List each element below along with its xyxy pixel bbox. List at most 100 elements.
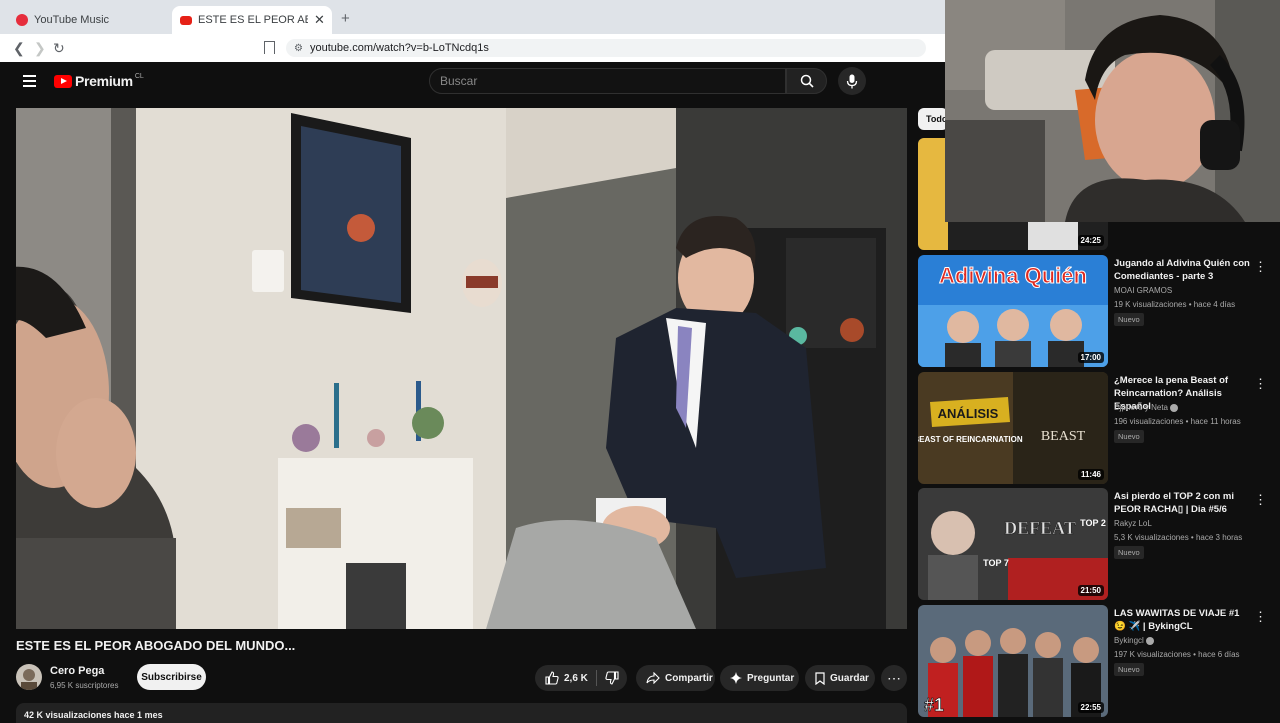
thumb-text: DEFEAT <box>1004 518 1076 538</box>
webcam-frame <box>945 0 1280 222</box>
microphone-icon <box>846 74 858 88</box>
url-text: youtube.com/watch?v=b-LoTNcdq1s <box>310 42 489 54</box>
thumb-text: ANÁLISIS <box>938 406 999 421</box>
new-badge: Nuevo <box>1114 313 1144 326</box>
thumb-logo-text: BEAST <box>1041 429 1086 444</box>
channel-name-text: Bykingcl <box>1114 636 1144 645</box>
thumb-label-top2: TOP 2 <box>1080 518 1106 528</box>
like-count[interactable]: 2,6 K <box>564 673 588 684</box>
address-bar-row: ❮ ❯ ↻ ⚙ youtube.com/watch?v=b-LoTNcdq1s <box>0 34 945 62</box>
video-meta: 197 K visualizaciones • hace 6 días <box>1114 650 1240 659</box>
video-meta: 5,3 K visualizaciones • hace 3 horas <box>1114 533 1243 542</box>
ask-button[interactable]: Preguntar <box>720 665 799 691</box>
youtube-logo-icon <box>54 74 72 88</box>
search-icon <box>800 74 814 88</box>
forward-icon[interactable]: ❯ <box>34 40 46 57</box>
channel-name[interactable]: MOAI GRAMOS <box>1114 286 1172 295</box>
new-badge: Nuevo <box>1114 663 1144 676</box>
tab-youtube-music[interactable]: YouTube Music <box>8 6 168 34</box>
video-title[interactable]: Asi pierdo el TOP 2 con mi PEOR RACHA▯ |… <box>1114 490 1252 516</box>
browser-tab-bar: YouTube Music ESTE ES EL PEOR ABOGADO DE… <box>0 0 945 34</box>
more-horizontal-icon: ⋯ <box>887 669 901 686</box>
ask-label: Preguntar <box>747 672 795 684</box>
thumb-subtext: BEAST OF REINCARNATION <box>918 435 1023 444</box>
verified-icon <box>1146 636 1155 645</box>
subscriber-count: 6,95 K suscriptores <box>50 681 119 690</box>
video-thumbnail[interactable]: ANÁLISIS BEAST OF REINCARNATION BEAST 11… <box>918 372 1108 484</box>
new-tab-button[interactable]: + <box>341 10 350 27</box>
verified-icon <box>1170 403 1179 412</box>
recommended-video[interactable]: Adivina Quién 17:00 Jugando al Adivina Q… <box>918 255 1273 367</box>
country-code: CL <box>134 73 144 80</box>
filter-chip-all[interactable]: Todo <box>918 108 948 130</box>
bookmark-icon[interactable] <box>264 41 275 54</box>
more-vertical-icon[interactable]: ⋮ <box>1254 492 1267 508</box>
menu-icon[interactable] <box>23 75 36 90</box>
more-actions-button[interactable]: ⋯ <box>881 665 907 691</box>
video-title[interactable]: LAS WAWITAS DE VIAJE #1 😉 ✈️ | BykingCL <box>1114 607 1252 633</box>
video-duration: 24:25 <box>1077 235 1104 246</box>
recommended-video[interactable]: #1 22:55 LAS WAWITAS DE VIAJE #1 😉 ✈️ | … <box>918 605 1273 717</box>
tab-title: YouTube Music <box>34 14 110 26</box>
video-title[interactable]: Jugando al Adivina Quién con Comediantes… <box>1114 257 1252 283</box>
channel-name-text: Djpriето y Neta <box>1114 403 1168 412</box>
search-input[interactable]: Buscar <box>429 68 786 94</box>
video-thumbnail[interactable]: Adivina Quién 17:00 <box>918 255 1108 367</box>
video-meta: 196 visualizaciones • hace 11 horas <box>1114 417 1241 426</box>
video-duration: 17:00 <box>1077 352 1104 363</box>
tab-title: ESTE ES EL PEOR ABOGADO DEL <box>198 14 308 26</box>
bookmark-save-icon <box>815 671 825 685</box>
video-duration: 21:50 <box>1077 585 1104 596</box>
share-button[interactable]: Compartir <box>636 665 715 691</box>
voice-search-button[interactable] <box>838 67 866 95</box>
description-box[interactable]: 42 K visualizaciones hace 1 mes <box>16 703 907 723</box>
youtube-music-icon <box>16 14 28 26</box>
channel-name[interactable]: Bykingcl <box>1114 636 1155 645</box>
video-thumbnail[interactable]: #1 22:55 <box>918 605 1108 717</box>
new-badge: Nuevo <box>1114 546 1144 559</box>
video-player[interactable] <box>16 108 907 629</box>
video-duration: 22:55 <box>1077 702 1104 713</box>
video-thumbnail[interactable]: DEFEAT TOP 2 TOP 7 21:50 <box>918 488 1108 600</box>
youtube-premium-logo[interactable]: Premium CL <box>54 73 144 89</box>
thumb-text: Adivina Quién <box>939 263 1087 288</box>
webcam-overlay <box>945 0 1280 222</box>
thumb-label-top7: TOP 7 <box>983 558 1009 568</box>
channel-name[interactable]: Cero Pega <box>50 665 104 677</box>
youtube-icon <box>180 15 192 25</box>
search-placeholder: Buscar <box>440 74 478 88</box>
share-icon <box>646 672 660 684</box>
channel-avatar[interactable] <box>16 664 42 690</box>
dislike-icon[interactable] <box>605 671 619 685</box>
video-duration: 11:46 <box>1077 469 1104 480</box>
video-meta: 19 K visualizaciones • hace 4 días <box>1114 300 1236 309</box>
like-dislike-group: 2,6 K <box>535 665 627 691</box>
channel-name[interactable]: Rakyz LoL <box>1114 519 1152 528</box>
subscribe-button[interactable]: Subscribirse <box>137 664 206 690</box>
recommended-video[interactable]: DEFEAT TOP 2 TOP 7 21:50 Asi pierdo el T… <box>918 488 1273 600</box>
video-frame <box>16 108 907 629</box>
back-icon[interactable]: ❮ <box>13 40 25 57</box>
more-vertical-icon[interactable]: ⋮ <box>1254 609 1267 625</box>
logo-text: Premium <box>75 73 133 89</box>
more-vertical-icon[interactable]: ⋮ <box>1254 259 1267 275</box>
site-info-icon[interactable]: ⚙ <box>294 43 303 54</box>
save-label: Guardar <box>830 672 869 684</box>
search-button[interactable] <box>786 68 827 94</box>
reload-icon[interactable]: ↻ <box>53 40 65 57</box>
share-label: Compartir <box>665 672 713 684</box>
sparkle-icon <box>730 672 742 684</box>
video-title: ESTE ES EL PEOR ABOGADO DEL MUNDO... <box>16 638 296 653</box>
url-field[interactable]: ⚙ youtube.com/watch?v=b-LoTNcdq1s <box>286 39 926 57</box>
divider <box>595 670 597 686</box>
close-tab-icon[interactable]: ✕ <box>314 12 325 28</box>
thumb-text: #1 <box>924 695 944 715</box>
recommended-video[interactable]: ANÁLISIS BEAST OF REINCARNATION BEAST 11… <box>918 372 1273 484</box>
video-stats: 42 K visualizaciones hace 1 mes <box>24 710 163 720</box>
channel-name[interactable]: Djpriето y Neta <box>1114 403 1179 412</box>
more-vertical-icon[interactable]: ⋮ <box>1254 376 1267 392</box>
like-icon[interactable] <box>545 671 559 685</box>
tab-current-video[interactable]: ESTE ES EL PEOR ABOGADO DEL ✕ <box>172 6 332 34</box>
save-button[interactable]: Guardar <box>805 665 875 691</box>
youtube-header: Premium CL Buscar <box>0 62 945 104</box>
